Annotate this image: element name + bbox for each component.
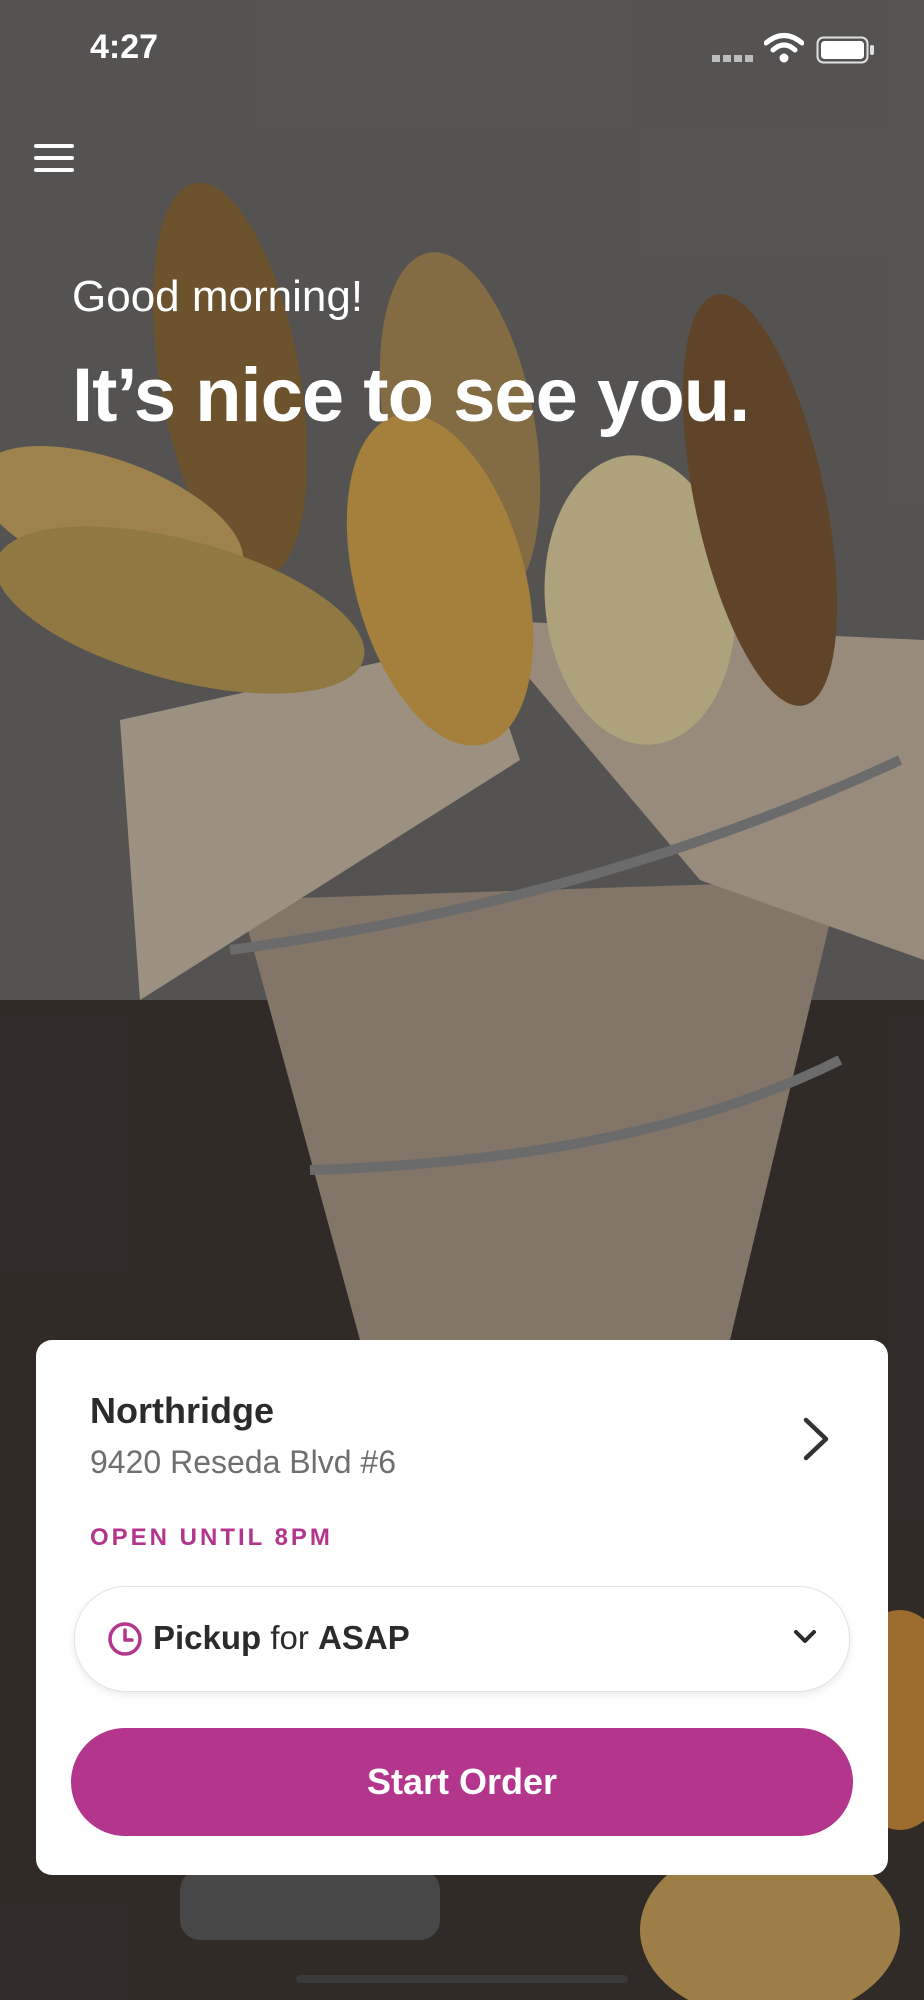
greeting-text: Good morning! bbox=[72, 272, 364, 321]
store-name[interactable]: Northridge bbox=[90, 1390, 274, 1432]
pickup-joiner: for bbox=[270, 1619, 309, 1656]
pickup-time-select[interactable]: Pickup for ASAP bbox=[74, 1586, 850, 1692]
home-indicator bbox=[296, 1975, 628, 1983]
pickup-time: ASAP bbox=[318, 1619, 410, 1656]
start-order-button[interactable]: Start Order bbox=[71, 1728, 853, 1836]
pickup-mode: Pickup bbox=[153, 1619, 262, 1656]
battery-icon bbox=[816, 36, 874, 64]
chevron-right-icon[interactable] bbox=[796, 1414, 836, 1464]
menu-icon[interactable] bbox=[30, 138, 78, 180]
signal-icon bbox=[712, 55, 753, 62]
status-time: 4:27 bbox=[90, 28, 159, 66]
store-address: 9420 Reseda Blvd #6 bbox=[90, 1444, 396, 1480]
status-bar: 4:27 bbox=[0, 0, 924, 100]
store-card: Northridge 9420 Reseda Blvd #6 OPEN UNTI… bbox=[36, 1340, 888, 1875]
chevron-down-icon bbox=[794, 1630, 816, 1643]
clock-icon bbox=[108, 1622, 142, 1656]
pickup-summary: Pickup for ASAP bbox=[153, 1619, 410, 1657]
wifi-icon bbox=[764, 33, 804, 63]
welcome-headline: It’s nice to see you. bbox=[72, 353, 750, 438]
store-hours-status: OPEN UNTIL 8PM bbox=[90, 1524, 333, 1551]
home-screen: 4:27 Good morning! It’s nice to see you.… bbox=[0, 0, 924, 2000]
